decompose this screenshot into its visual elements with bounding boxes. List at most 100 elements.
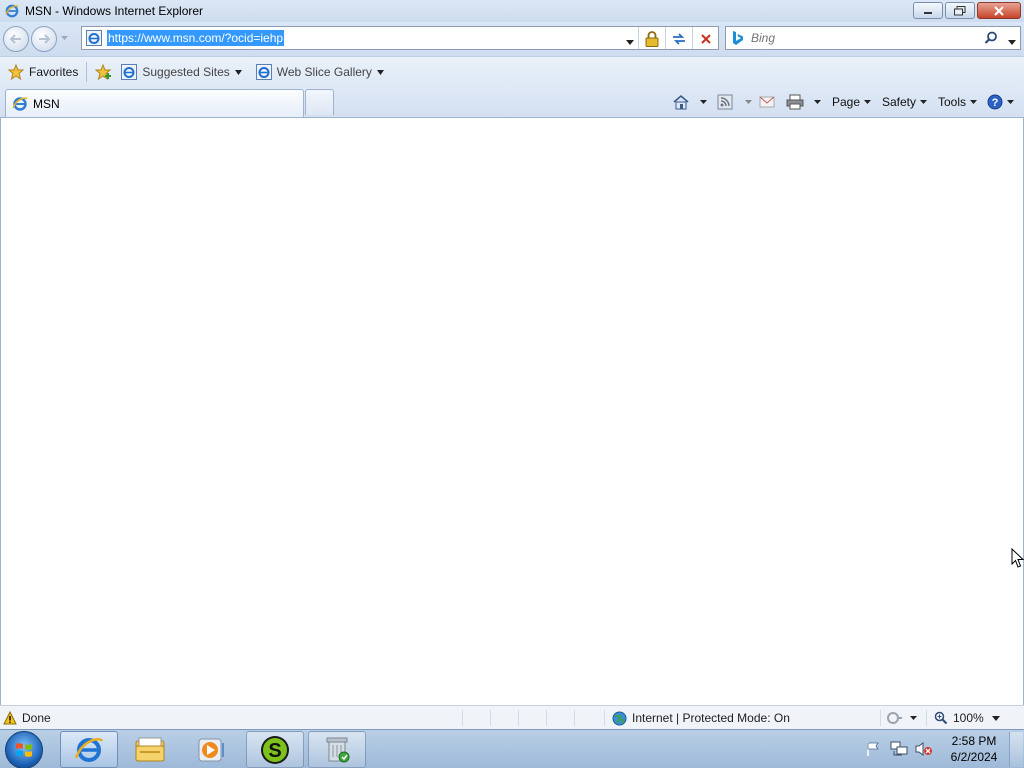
favorites-divider: [86, 62, 88, 82]
action-center-button[interactable]: [866, 741, 880, 760]
chevron-down-icon: [814, 100, 821, 104]
page-menu[interactable]: Page: [832, 92, 872, 112]
network-button[interactable]: [890, 741, 908, 760]
chevron-down-icon: [920, 100, 928, 104]
status-divider: [546, 710, 547, 726]
restore-button[interactable]: [945, 2, 975, 19]
minimize-icon: [924, 11, 932, 14]
new-tab-button[interactable]: [305, 89, 334, 115]
svg-text:?: ?: [992, 97, 999, 109]
home-button[interactable]: [672, 92, 707, 112]
forward-button[interactable]: [31, 26, 57, 52]
address-divider: [665, 27, 666, 49]
read-mail-button[interactable]: [759, 92, 775, 112]
status-divider: [490, 710, 491, 726]
svg-text:S: S: [268, 740, 281, 762]
back-arrow-icon: [9, 34, 21, 44]
chevron-down-icon: [864, 100, 872, 104]
media-player-icon: [198, 738, 224, 761]
favorites-label: Favorites: [29, 65, 79, 79]
lock-icon: [645, 31, 659, 47]
favorites-button[interactable]: Favorites: [4, 61, 82, 83]
search-options-dropdown[interactable]: [1008, 34, 1016, 48]
stop-button[interactable]: [697, 30, 715, 48]
print-button[interactable]: [786, 92, 821, 112]
chevron-down-icon: [1007, 100, 1014, 104]
taskbar-s-application[interactable]: S: [246, 731, 304, 768]
star-icon: [8, 64, 24, 80]
help-icon: ?: [987, 94, 1003, 110]
title-bar: MSN - Windows Internet Explorer: [0, 0, 1024, 22]
search-box[interactable]: [725, 26, 1021, 50]
close-button[interactable]: [977, 2, 1021, 19]
add-to-favorites-bar-button[interactable]: [91, 61, 117, 83]
clock-date: 6/2/2024: [950, 750, 998, 764]
status-divider: [462, 710, 463, 726]
add-favorite-icon: [95, 64, 112, 80]
ie-page-icon: [86, 30, 102, 46]
chevron-down-icon: [970, 100, 978, 104]
status-divider: [574, 710, 575, 726]
ie-logo-icon: [5, 4, 19, 18]
address-dropdown[interactable]: [626, 34, 634, 48]
taskbar-media-player[interactable]: [182, 731, 240, 768]
s-app-icon: S: [261, 735, 289, 764]
clock[interactable]: 2:58 PM 6/2/2024: [946, 733, 1002, 765]
chevron-down-icon: [234, 69, 242, 75]
back-button[interactable]: [3, 26, 29, 52]
favorites-item-suggested-sites[interactable]: Suggested Sites: [117, 61, 245, 83]
page-content[interactable]: [0, 118, 1024, 705]
pop-up-blocker-icon: [887, 712, 902, 724]
feeds-icon: [717, 94, 733, 110]
status-text: Done: [22, 711, 51, 725]
favorites-item-web-slice-gallery[interactable]: Web Slice Gallery: [252, 61, 388, 83]
address-divider: [692, 27, 693, 49]
status-divider: [604, 710, 605, 726]
restore-icon: [954, 5, 966, 15]
windows-logo-icon: [16, 743, 32, 757]
chevron-down-icon: [700, 100, 707, 104]
chevron-down-icon: [992, 715, 1000, 721]
ie-page-icon: [121, 64, 138, 80]
stop-icon: [701, 34, 711, 44]
protected-mode-button[interactable]: [887, 708, 917, 728]
taskbar-recycle-application[interactable]: [308, 731, 366, 768]
window-title: MSN - Windows Internet Explorer: [25, 4, 204, 18]
zoom-control[interactable]: 100%: [934, 708, 984, 728]
flag-icon: [867, 742, 879, 756]
chevron-down-icon: [60, 36, 68, 40]
security-zone[interactable]: Internet | Protected Mode: On: [612, 708, 790, 728]
mouse-cursor-icon: [1011, 548, 1024, 568]
refresh-button[interactable]: [670, 30, 688, 48]
help-button[interactable]: ?: [987, 92, 1014, 112]
security-lock-button[interactable]: [643, 30, 661, 48]
zoom-icon: [934, 711, 948, 725]
taskbar-windows-explorer[interactable]: [121, 731, 179, 768]
ie-page-icon: [255, 64, 272, 80]
search-input[interactable]: [751, 31, 971, 45]
zoom-level: 100%: [953, 711, 984, 725]
tools-menu-label: Tools: [938, 95, 967, 109]
taskbar-internet-explorer[interactable]: [60, 731, 118, 768]
recent-pages-dropdown[interactable]: [60, 34, 68, 42]
warning-icon: [3, 711, 17, 725]
chevron-down-icon: [626, 40, 634, 45]
home-icon: [673, 94, 689, 110]
volume-button[interactable]: [915, 741, 933, 760]
bing-icon: [733, 31, 743, 45]
feeds-button[interactable]: [717, 92, 752, 112]
forward-arrow-icon: [39, 34, 51, 44]
search-button[interactable]: [984, 31, 998, 48]
safety-menu[interactable]: Safety: [882, 92, 928, 112]
show-desktop-button[interactable]: [1009, 732, 1023, 767]
start-button[interactable]: [5, 731, 43, 768]
print-icon: [786, 94, 804, 110]
tools-menu[interactable]: Tools: [938, 92, 978, 112]
minimize-button[interactable]: [913, 2, 943, 19]
zoom-dropdown[interactable]: [992, 708, 1000, 728]
tab-msn[interactable]: MSN: [5, 89, 304, 117]
address-bar[interactable]: https://www.msn.com/?ocid=iehp: [81, 26, 719, 50]
tab-label: MSN: [33, 96, 60, 111]
address-url[interactable]: https://www.msn.com/?ocid=iehp: [107, 30, 285, 46]
favorites-item-label: Suggested Sites: [142, 65, 230, 79]
